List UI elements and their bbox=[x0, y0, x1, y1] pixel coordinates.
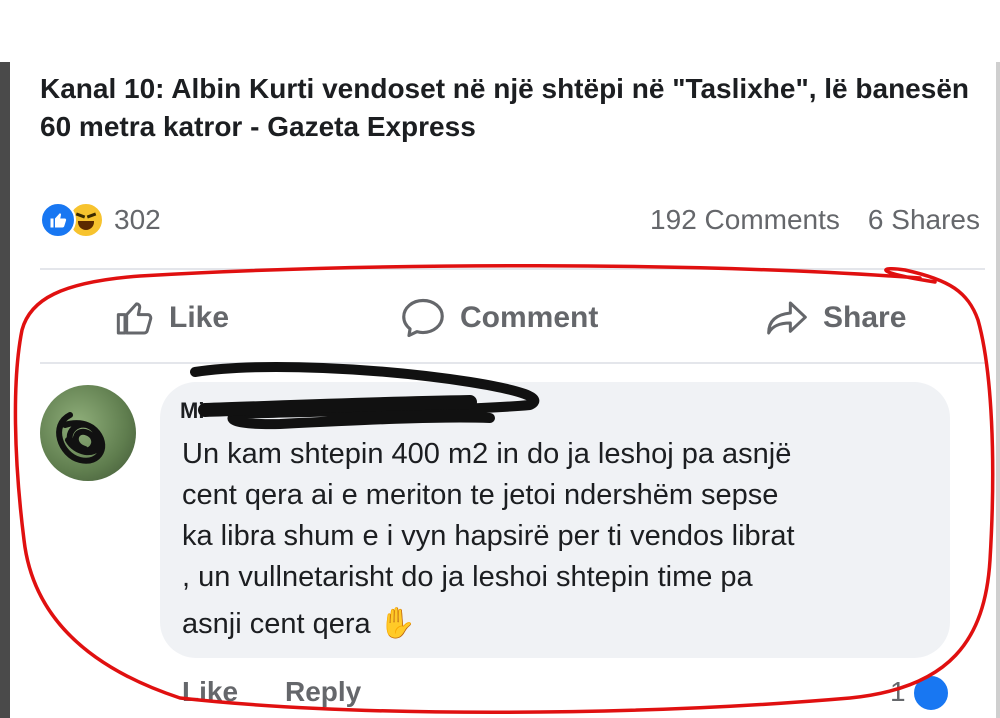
comment-text-line: Un kam shtepin 400 m2 in do ja leshoj pa… bbox=[182, 438, 792, 470]
reactions-summary[interactable]: 302 bbox=[40, 200, 161, 240]
post-headline[interactable]: Kanal 10: Albin Kurti vendoset në një sh… bbox=[40, 70, 990, 146]
comment-label: Comment bbox=[460, 301, 599, 334]
comment-like-button[interactable]: Like bbox=[182, 676, 238, 708]
window-left-border bbox=[0, 62, 10, 718]
scribble-redaction-icon bbox=[56, 412, 106, 464]
comments-count-link[interactable]: 192 Comments bbox=[650, 204, 840, 236]
thumbs-up-icon bbox=[116, 302, 153, 335]
reaction-count: 302 bbox=[114, 204, 161, 235]
comment-like-reaction-icon bbox=[912, 674, 950, 712]
like-label: Like bbox=[169, 301, 230, 334]
comment-text-line: asnji cent qera ✋ bbox=[182, 606, 416, 641]
raised-hand-emoji-icon: ✋ bbox=[378, 607, 417, 640]
comment-reply-button[interactable]: Reply bbox=[285, 676, 361, 708]
comment-text-line: cent qera ai e meriton te jetoi ndershëm… bbox=[182, 479, 779, 511]
comment-button[interactable]: Comment bbox=[400, 288, 598, 348]
actions-divider bbox=[40, 362, 985, 364]
comment-reaction-count: 1 bbox=[890, 676, 906, 707]
comment-icon bbox=[402, 298, 444, 338]
stats-divider bbox=[40, 268, 985, 270]
window-right-border bbox=[996, 62, 1000, 718]
share-button[interactable]: Share bbox=[765, 288, 906, 348]
shares-count-link[interactable]: 6 Shares bbox=[868, 204, 980, 236]
comment-author[interactable]: Mi bbox=[180, 398, 204, 424]
share-arrow-icon bbox=[767, 301, 807, 335]
post-stats: 192 Comments 6 Shares bbox=[650, 200, 980, 240]
commenter-avatar[interactable] bbox=[40, 385, 136, 481]
post-action-bar: Like Comment Share bbox=[40, 288, 985, 348]
like-reaction-icon bbox=[40, 202, 76, 238]
comment-text-last: asnji cent qera bbox=[182, 608, 371, 640]
share-label: Share bbox=[823, 301, 907, 334]
comment-text-line: ka libra shum e i vyn hapsirë per ti ven… bbox=[182, 520, 795, 552]
comment-text-line: , un vullnetarisht do ja leshoi shtepin … bbox=[182, 561, 753, 593]
like-button[interactable]: Like bbox=[115, 288, 229, 348]
